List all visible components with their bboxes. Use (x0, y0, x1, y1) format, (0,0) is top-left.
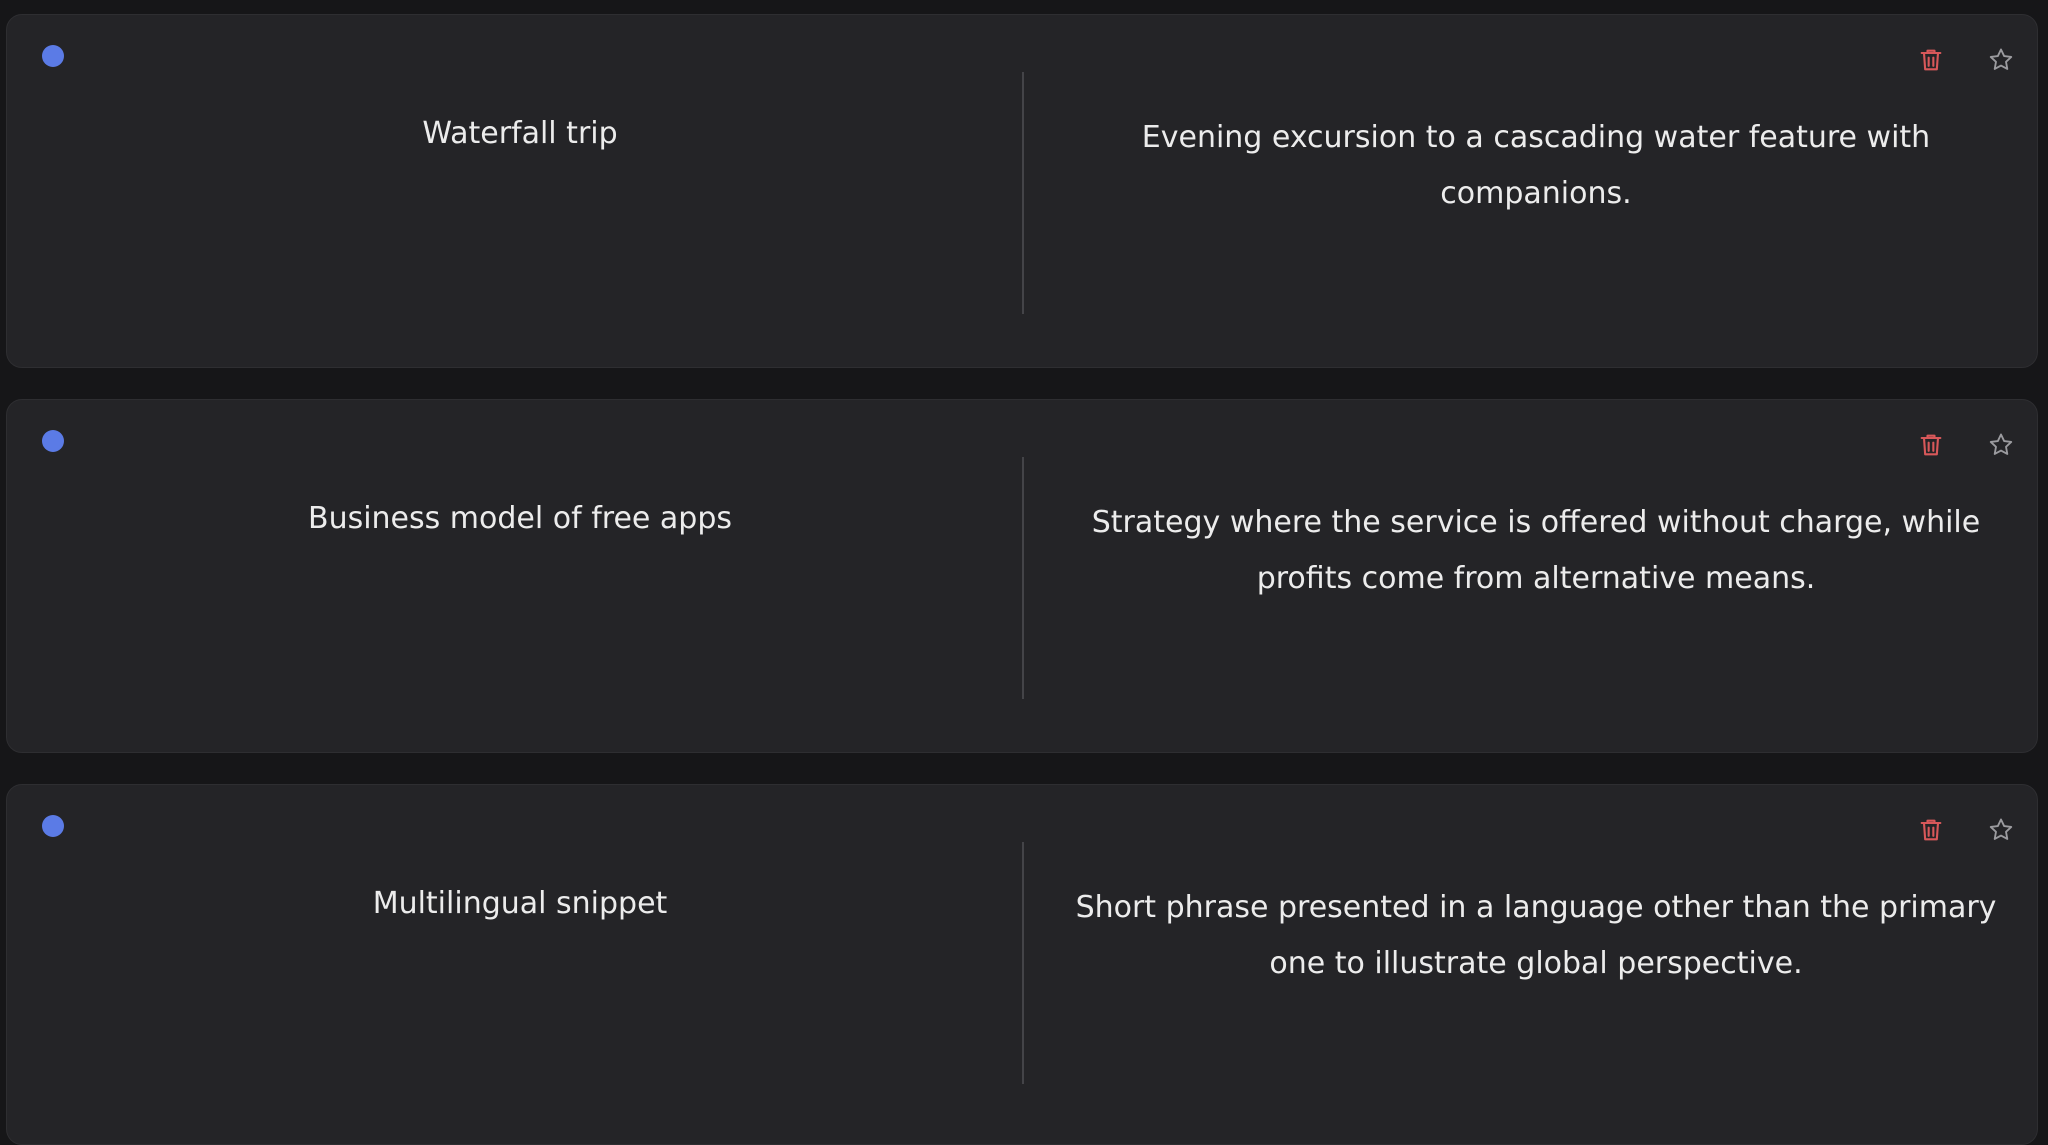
card-divider (1022, 842, 1024, 1084)
delete-button[interactable] (1913, 812, 1949, 848)
star-outline-icon (1989, 48, 2013, 70)
star-button[interactable] (1983, 427, 2019, 463)
trash-icon (1920, 49, 1942, 71)
delete-button[interactable] (1913, 427, 1949, 463)
card-term: Business model of free apps (307, 501, 732, 536)
card-term: Waterfall trip (422, 116, 618, 151)
status-dot (42, 45, 64, 67)
card-term: Multilingual snippet (372, 886, 668, 921)
card-definition: Short phrase presented in a language oth… (1075, 890, 1997, 981)
delete-button[interactable] (1913, 42, 1949, 78)
star-button[interactable] (1983, 812, 2019, 848)
card-list: Waterfall trip Evening excursion to a ca… (0, 0, 2048, 1145)
star-outline-icon (1989, 433, 2013, 455)
card-divider (1022, 72, 1024, 314)
flashcard[interactable]: Business model of free apps Strategy whe… (6, 399, 2038, 753)
flashcard[interactable]: Multilingual snippet Short phrase presen… (6, 784, 2038, 1145)
flashcard[interactable]: Waterfall trip Evening excursion to a ca… (6, 14, 2038, 368)
card-divider (1022, 457, 1024, 699)
card-definition: Evening excursion to a cascading water f… (1141, 120, 1931, 211)
trash-icon (1920, 434, 1942, 456)
status-dot (42, 430, 64, 452)
card-definition: Strategy where the service is offered wi… (1091, 505, 1981, 596)
status-dot (42, 815, 64, 837)
star-button[interactable] (1983, 42, 2019, 78)
star-outline-icon (1989, 818, 2013, 840)
trash-icon (1920, 819, 1942, 841)
